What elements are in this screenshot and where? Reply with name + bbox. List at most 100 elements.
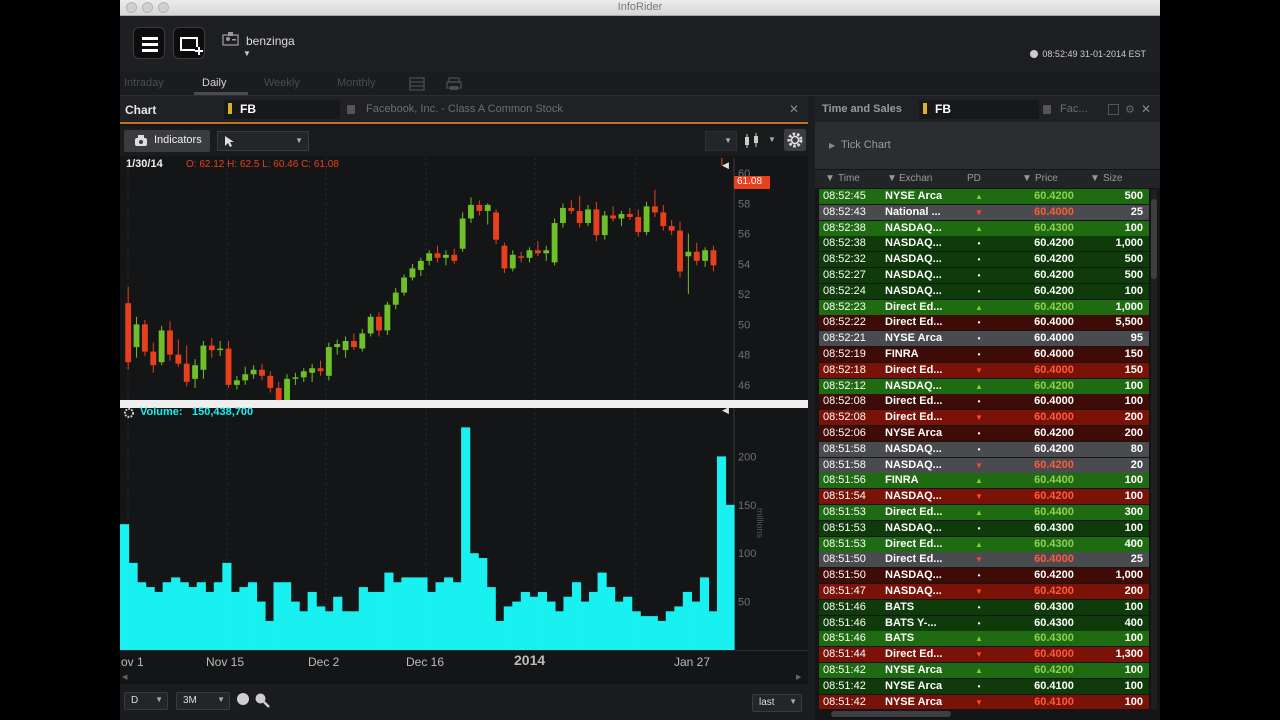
- candle-body: [309, 368, 316, 373]
- ts-size-cell: 200: [1124, 427, 1143, 439]
- new-window-button[interactable]: [173, 27, 205, 59]
- ts-hscroll-thumb[interactable]: [831, 711, 951, 717]
- ts-size-cell: 5,500: [1115, 316, 1143, 329]
- col-header-price[interactable]: Price: [1035, 173, 1058, 184]
- print-icon[interactable]: [446, 77, 462, 91]
- col-header-exchange[interactable]: Exchan: [899, 173, 932, 184]
- ts-row[interactable]: 08:51:44 Direct Ed... ▼ 60.4000 1,300: [819, 647, 1149, 663]
- interval-select[interactable]: D ▼: [124, 692, 168, 710]
- ts-gear-icon[interactable]: ⚙: [1125, 103, 1135, 116]
- ts-row[interactable]: 08:51:53 Direct Ed... ▲ 60.4300 400: [819, 536, 1149, 552]
- ts-row[interactable]: 08:51:58 NASDAQ... • 60.4200 80: [819, 441, 1149, 457]
- tab-weekly[interactable]: Weekly: [264, 77, 300, 89]
- chart-symbol-field[interactable]: FB: [224, 100, 340, 119]
- indicators-button[interactable]: Indicators: [124, 130, 210, 152]
- chart-bottom-controls: D ▼ 3M ▼ last ▼: [120, 684, 808, 720]
- layout-icon[interactable]: [409, 77, 425, 91]
- ts-row[interactable]: 08:52:38 NASDAQ... ▲ 60.4300 100: [819, 220, 1149, 236]
- candle-body: [351, 341, 357, 348]
- ts-scrollbar-thumb[interactable]: [1151, 199, 1157, 279]
- col-header-time[interactable]: Time: [838, 173, 860, 184]
- collapse-volume-icon[interactable]: ◀: [722, 405, 729, 416]
- candle-style-select[interactable]: ▼: [740, 131, 780, 151]
- scroll-right-icon[interactable]: ▶: [796, 673, 801, 681]
- tab-intraday[interactable]: Intraday: [124, 77, 164, 89]
- volume-bar: [486, 587, 496, 650]
- lock-icon[interactable]: [1043, 105, 1051, 114]
- ts-row[interactable]: 08:52:24 NASDAQ... • 60.4200 100: [819, 283, 1149, 299]
- volume-gear-icon[interactable]: [123, 407, 135, 419]
- lock-icon[interactable]: [347, 105, 355, 114]
- ts-row[interactable]: 08:52:45 NYSE Arca ▲ 60.4200 500: [819, 189, 1149, 204]
- ts-row[interactable]: 08:51:53 Direct Ed... ▲ 60.4400 300: [819, 505, 1149, 520]
- ts-size-cell: 150: [1124, 363, 1143, 376]
- ts-row[interactable]: 08:52:21 NYSE Arca • 60.4000 95: [819, 331, 1149, 347]
- ts-row[interactable]: 08:52:43 National ... ▼ 60.4000 25: [819, 204, 1149, 220]
- ts-exchange-cell: National ...: [885, 205, 941, 218]
- chart-settings-button[interactable]: [784, 129, 806, 151]
- menu-button[interactable]: [133, 27, 165, 59]
- filter-icon[interactable]: ▼: [1090, 173, 1100, 184]
- col-header-size[interactable]: Size: [1103, 173, 1122, 184]
- ts-row[interactable]: 08:51:46 BATS • 60.4300 100: [819, 599, 1149, 615]
- ts-row[interactable]: 08:52:22 Direct Ed... • 60.4000 5,500: [819, 315, 1149, 331]
- ts-row[interactable]: 08:51:47 NASDAQ... ▼ 60.4200 200: [819, 584, 1149, 599]
- ts-row[interactable]: 08:51:56 FINRA ▲ 60.4400 100: [819, 473, 1149, 489]
- close-ts-icon[interactable]: ✕: [1141, 102, 1151, 116]
- filter-icon[interactable]: ▼: [825, 173, 835, 184]
- cursor-mode-select[interactable]: ▼: [217, 131, 309, 151]
- zoom-in-icon[interactable]: [254, 692, 270, 708]
- ts-size-cell: 100: [1124, 695, 1143, 708]
- collapse-panel-icon[interactable]: ◀: [722, 160, 729, 171]
- ts-row[interactable]: 08:52:08 Direct Ed... ▼ 60.4000 200: [819, 410, 1149, 426]
- chart-type-select[interactable]: ▼: [705, 131, 737, 151]
- chart-horizontal-scrollbar[interactable]: ◀ ▶: [120, 672, 808, 684]
- ts-row[interactable]: 08:52:08 Direct Ed... • 60.4000 100: [819, 394, 1149, 410]
- tick-chart-bar[interactable]: ▶ Tick Chart: [815, 124, 1160, 169]
- ts-vertical-scrollbar[interactable]: [1151, 189, 1157, 709]
- tab-daily[interactable]: Daily: [202, 77, 226, 89]
- tick-up-icon: ▲: [975, 666, 983, 675]
- tick-up-icon: ▲: [975, 381, 983, 391]
- volume-bar: [512, 601, 522, 650]
- col-header-pd[interactable]: PD: [967, 173, 981, 184]
- ts-symbol-field[interactable]: FB: [919, 100, 1039, 119]
- export-icon[interactable]: [1108, 104, 1119, 115]
- tab-monthly[interactable]: Monthly: [337, 77, 376, 89]
- ts-row[interactable]: 08:51:58 NASDAQ... ▼ 60.4200 20: [819, 457, 1149, 473]
- ts-row[interactable]: 08:52:27 NASDAQ... • 60.4200 500: [819, 268, 1149, 283]
- candle-body: [702, 250, 709, 261]
- price-chart[interactable]: 60 58 56 54 52 50 48 46 1/30/14 O: 62.12 H: 62.…: [120, 135, 808, 408]
- ts-exchange-cell: NASDAQ...: [885, 253, 942, 266]
- volume-bar: [708, 611, 718, 650]
- ts-row[interactable]: 08:52:23 Direct Ed... ▲ 60.4200 1,000: [819, 299, 1149, 315]
- ts-row[interactable]: 08:51:50 Direct Ed... ▼ 60.4000 25: [819, 552, 1149, 568]
- ts-row[interactable]: 08:52:18 Direct Ed... ▼ 60.4000 150: [819, 362, 1149, 378]
- ts-row[interactable]: 08:52:12 NASDAQ... ▲ 60.4200 100: [819, 378, 1149, 394]
- ts-row[interactable]: 08:51:50 NASDAQ... • 60.4200 1,000: [819, 568, 1149, 584]
- filter-icon[interactable]: ▼: [1022, 173, 1032, 184]
- ts-row[interactable]: 08:51:42 NYSE Arca • 60.4100 100: [819, 678, 1149, 694]
- ts-row[interactable]: 08:51:53 NASDAQ... • 60.4300 100: [819, 520, 1149, 536]
- zoom-out-icon[interactable]: [237, 693, 249, 705]
- ts-row[interactable]: 08:51:42 NYSE Arca ▼ 60.4100 100: [819, 694, 1149, 710]
- ts-row[interactable]: 08:52:32 NASDAQ... • 60.4200 500: [819, 252, 1149, 268]
- ts-horizontal-scrollbar[interactable]: [815, 709, 1151, 720]
- range-select[interactable]: 3M ▼: [176, 692, 230, 710]
- ts-row[interactable]: 08:52:19 FINRA • 60.4000 150: [819, 347, 1149, 362]
- ts-row[interactable]: 08:51:54 NASDAQ... ▼ 60.4200 100: [819, 489, 1149, 505]
- volume-bar: [162, 582, 172, 650]
- ts-size-cell: 100: [1124, 490, 1143, 503]
- volume-chart[interactable]: 200 150 100 50 Volume: 150,438,700 ◀ millio…: [120, 405, 808, 650]
- ts-time-cell: 08:51:54: [823, 490, 866, 503]
- price-type-select[interactable]: last ▼: [752, 694, 802, 712]
- filter-icon[interactable]: ▼: [887, 173, 897, 184]
- ts-row[interactable]: 08:51:46 BATS ▲ 60.4300 100: [819, 631, 1149, 647]
- ts-row[interactable]: 08:51:46 BATS Y-... • 60.4300 400: [819, 615, 1149, 631]
- ts-row[interactable]: 08:52:38 NASDAQ... • 60.4200 1,000: [819, 236, 1149, 252]
- ts-symbol-description: Fac...: [1060, 103, 1088, 115]
- ts-row[interactable]: 08:51:42 NYSE Arca ▲ 60.4200 100: [819, 663, 1149, 678]
- close-chart-icon[interactable]: ✕: [789, 102, 799, 116]
- scroll-left-icon[interactable]: ◀: [122, 673, 127, 681]
- ts-row[interactable]: 08:52:06 NYSE Arca • 60.4200 200: [819, 426, 1149, 441]
